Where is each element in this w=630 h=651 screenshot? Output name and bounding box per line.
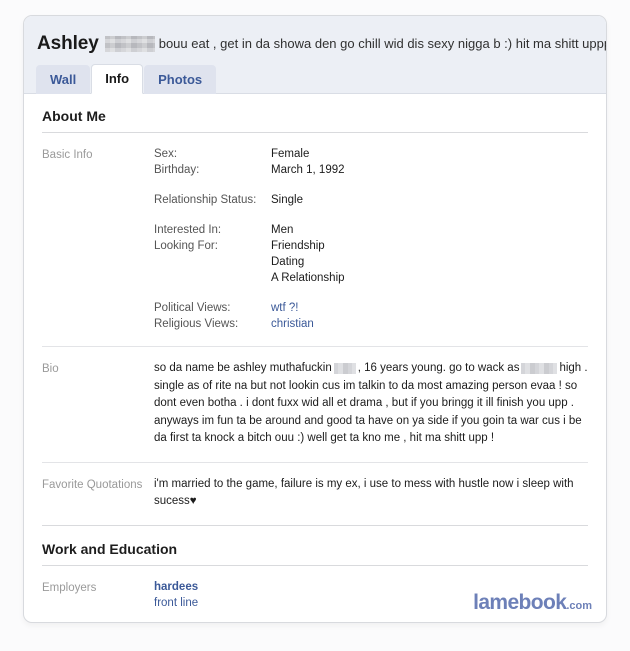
field-label-sex: Sex:	[154, 148, 178, 160]
field-value-birthday: March 1, 1992	[271, 164, 345, 176]
basic-line: Dating	[154, 254, 588, 270]
basic-line: Looking For: Friendship	[154, 238, 588, 254]
watermark-name: lamebook	[473, 591, 567, 614]
row-label-bio: Bio	[42, 363, 59, 375]
watermark-suffix: .com	[566, 600, 592, 612]
basic-line: A Relationship	[154, 270, 588, 286]
field-label-political-views: Political Views:	[154, 302, 231, 314]
bio-text-part-2: , 16 years young. go to wack as	[357, 362, 520, 374]
profile-content: About Me Basic Info Sex: Female Birthday…	[24, 94, 606, 622]
lamebook-profile-screenshot: Ashley bouu eat , get in da showa den go …	[0, 0, 630, 651]
row-bio: Bio so da name be ashley muthafuckin , 16…	[42, 347, 588, 463]
field-value-religious-views[interactable]: christian	[271, 316, 314, 332]
section-title-work-and-education: Work and Education	[42, 524, 588, 566]
field-label-looking-for: Looking For:	[154, 240, 218, 252]
basic-group-views: Political Views: wtf ?! Religious Views:…	[154, 300, 588, 332]
field-value-relationship-status: Single	[271, 194, 303, 206]
tab-info[interactable]: Info	[91, 64, 144, 94]
tab-photos[interactable]: Photos	[144, 65, 217, 94]
row-label-basic-info: Basic Info	[42, 149, 93, 161]
favorite-quotations-text: i'm married to the game, failure is my e…	[154, 477, 574, 508]
profile-name: Ashley	[37, 33, 99, 54]
redaction-block-name	[104, 36, 155, 52]
field-label-spacer	[154, 270, 271, 286]
bio-text-part-1: so da name be ashley muthafuckin	[154, 362, 332, 374]
lamebook-watermark: lamebook.com	[473, 592, 592, 613]
profile-name-and-status: Ashley bouu eat , get in da showa den go …	[24, 29, 606, 59]
redaction-block-bio-2	[521, 363, 558, 375]
basic-line: Birthday: March 1, 1992	[154, 162, 588, 178]
profile-tabs: Wall Info Photos	[36, 64, 217, 94]
bio-text: so da name be ashley muthafuckin , 16 yea…	[154, 360, 588, 448]
profile-card: Ashley bouu eat , get in da showa den go …	[23, 15, 607, 623]
profile-status-text: bouu eat , get in da showa den go chill …	[158, 36, 606, 51]
basic-group-looking-for: Interested In: Men Looking For: Friendsh…	[154, 222, 588, 286]
row-label-employers: Employers	[42, 581, 97, 594]
redaction-block-bio-1	[333, 363, 356, 375]
row-basic-info: Basic Info Sex: Female Birthday: March 1…	[42, 133, 588, 347]
field-value-political-views[interactable]: wtf ?!	[271, 300, 298, 316]
field-value-looking-for-1: Friendship	[271, 240, 325, 252]
field-label-religious-views: Religious Views:	[154, 318, 239, 330]
field-label-spacer	[154, 254, 271, 270]
field-label-relationship-status: Relationship Status:	[154, 194, 257, 206]
row-favorite-quotations: Favorite Quotations i'm married to the g…	[42, 463, 588, 525]
field-value-looking-for-2: Dating	[271, 256, 305, 268]
profile-header: Ashley bouu eat , get in da showa den go …	[24, 16, 606, 94]
basic-line: Sex: Female	[154, 146, 588, 162]
field-value-sex: Female	[271, 148, 310, 160]
field-label-birthday: Birthday:	[154, 164, 200, 176]
basic-line: Religious Views: christian	[154, 316, 588, 332]
basic-info-values: Sex: Female Birthday: March 1, 1992 Rela…	[154, 146, 588, 332]
field-value-looking-for-3: A Relationship	[271, 272, 345, 284]
section-title-about-me: About Me	[42, 94, 588, 133]
basic-line: Interested In: Men	[154, 222, 588, 238]
basic-line: Relationship Status: Single	[154, 192, 588, 208]
field-value-interested-in: Men	[271, 224, 294, 236]
basic-group-identity: Sex: Female Birthday: March 1, 1992	[154, 146, 588, 178]
basic-group-relationship: Relationship Status: Single	[154, 192, 588, 208]
basic-line: Political Views: wtf ?!	[154, 300, 588, 316]
tab-wall[interactable]: Wall	[36, 65, 91, 94]
field-label-interested-in: Interested In:	[154, 224, 222, 236]
row-label-favorite-quotations: Favorite Quotations	[42, 478, 143, 491]
